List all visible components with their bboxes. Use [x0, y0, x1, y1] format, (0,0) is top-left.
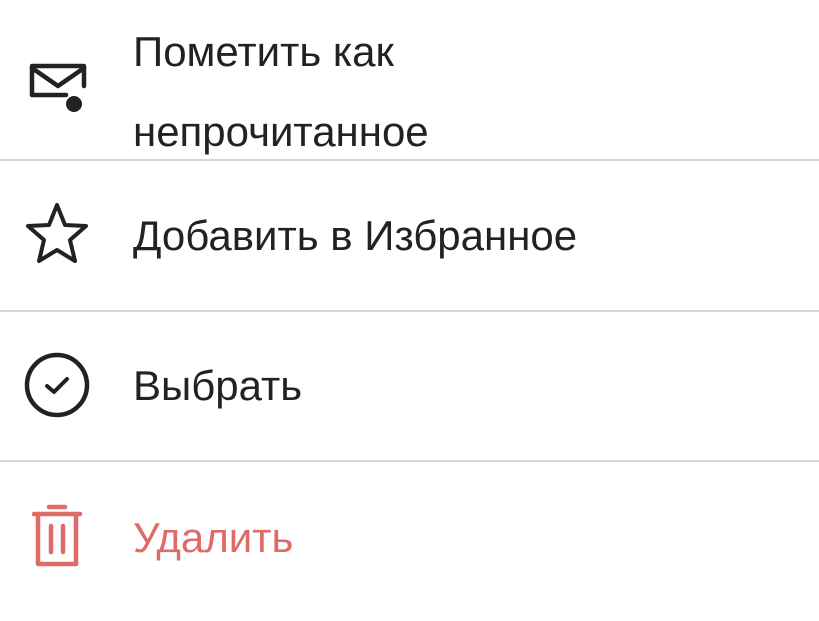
menu-item-label: Удалить [133, 514, 294, 561]
trash-icon [22, 502, 92, 572]
menu-item-label: Выбрать [133, 362, 303, 409]
check-circle-icon [22, 350, 92, 420]
menu-item-delete[interactable]: Удалить [0, 462, 819, 621]
mail-unread-icon [22, 50, 92, 120]
menu-item-label: Добавить в Избранное [133, 212, 578, 259]
menu-item-mark-unread[interactable]: Пометить как непрочитанное [0, 0, 819, 160]
menu-item-label: Пометить как непрочитанное [133, 28, 429, 155]
star-icon [22, 197, 92, 267]
menu-item-select[interactable]: Выбрать [0, 312, 819, 460]
menu-item-add-favorite[interactable]: Добавить в Избранное [0, 161, 819, 311]
context-menu: Пометить как непрочитанное Добавить в Из… [0, 0, 819, 621]
